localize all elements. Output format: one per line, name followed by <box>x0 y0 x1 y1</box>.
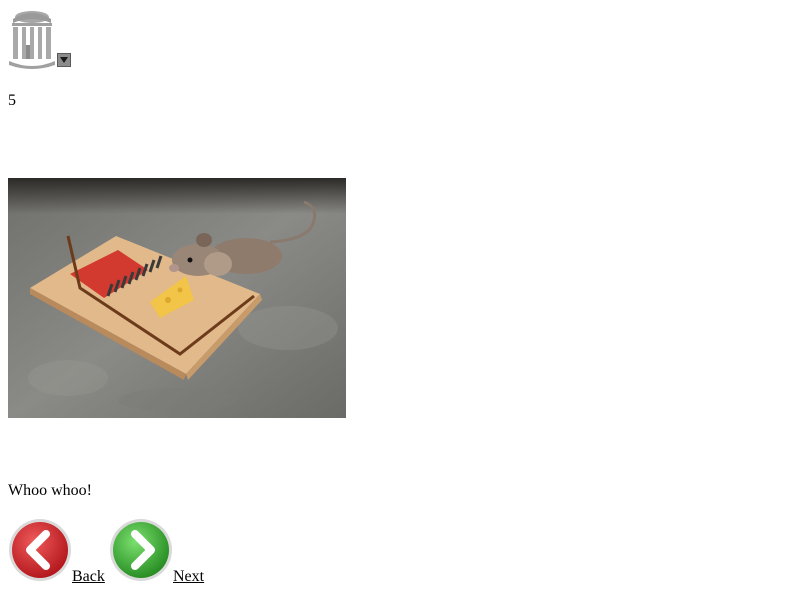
old-well-icon <box>9 11 55 69</box>
site-logo[interactable] <box>8 9 72 69</box>
page-number: 5 <box>8 92 16 109</box>
triangle-down-icon <box>60 57 68 63</box>
caption: Whoo whoo! <box>8 482 92 499</box>
next-arrow-icon[interactable] <box>109 518 173 582</box>
back-link[interactable]: Back <box>72 568 105 586</box>
logo-dropdown-button[interactable] <box>57 53 71 67</box>
back-arrow-icon[interactable] <box>8 518 72 582</box>
next-link[interactable]: Next <box>173 568 204 586</box>
mouse-trap-photo <box>8 178 346 418</box>
